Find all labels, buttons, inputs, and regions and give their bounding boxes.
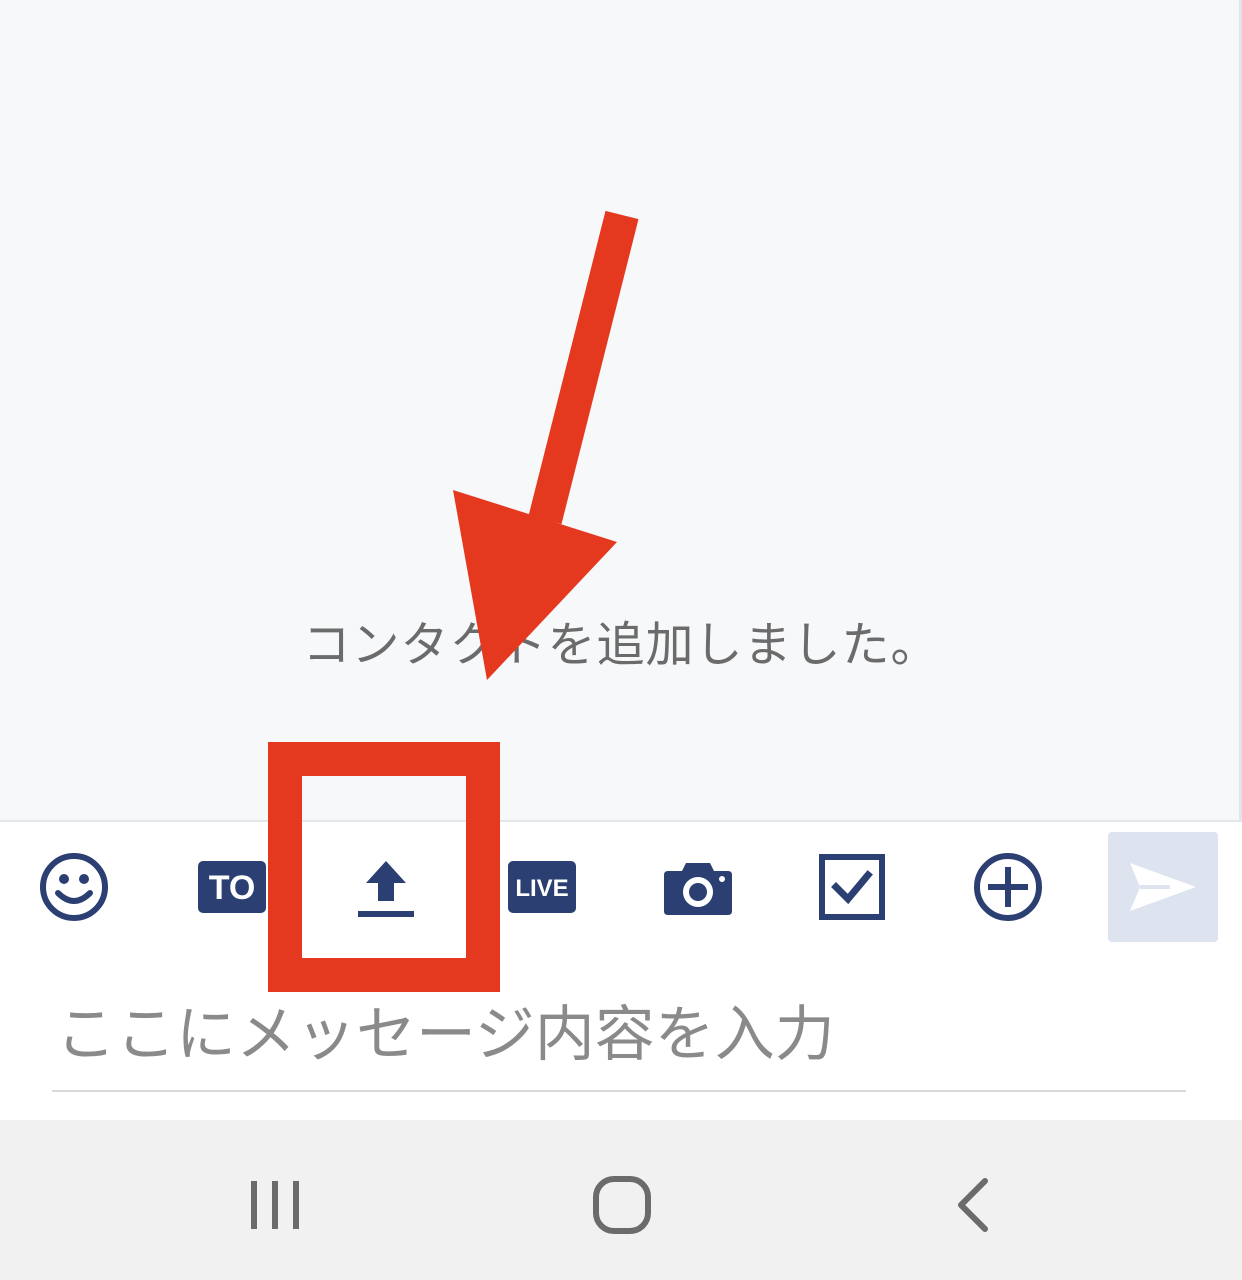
send-button[interactable]	[1108, 832, 1218, 942]
to-label: TO	[209, 869, 256, 907]
task-button[interactable]	[812, 852, 892, 922]
recents-button[interactable]	[225, 1170, 325, 1240]
system-navigation-bar	[0, 1120, 1242, 1280]
live-button[interactable]: LIVE	[502, 852, 582, 922]
system-message: コンタクトを追加しました。	[302, 617, 940, 673]
chat-toolbar: TO LIVE	[0, 820, 1242, 960]
send-icon	[1130, 863, 1196, 911]
checkbox-icon	[819, 854, 885, 920]
back-button[interactable]	[922, 1170, 1022, 1240]
home-icon	[593, 1176, 651, 1234]
smiley-icon	[40, 853, 108, 921]
emoji-button[interactable]	[34, 852, 114, 922]
chat-screen: コンタクトを追加しました。 TO LIVE ここにメッセージ内容を入力	[0, 0, 1242, 1280]
plus-circle-icon	[974, 853, 1042, 921]
chat-area: コンタクトを追加しました。	[0, 0, 1242, 820]
live-label: LIVE	[515, 875, 568, 902]
message-input-area	[0, 960, 1242, 1120]
more-button[interactable]	[968, 852, 1048, 922]
camera-button[interactable]	[658, 852, 738, 922]
live-badge-icon: LIVE	[508, 861, 576, 913]
back-icon	[958, 1178, 988, 1232]
upload-icon	[358, 861, 414, 917]
home-button[interactable]	[572, 1170, 672, 1240]
recents-icon	[251, 1181, 299, 1229]
message-input[interactable]	[52, 980, 1186, 1092]
camera-icon	[664, 863, 732, 915]
upload-button[interactable]	[346, 852, 426, 922]
to-button[interactable]: TO	[192, 852, 272, 922]
to-badge-icon: TO	[198, 861, 266, 913]
